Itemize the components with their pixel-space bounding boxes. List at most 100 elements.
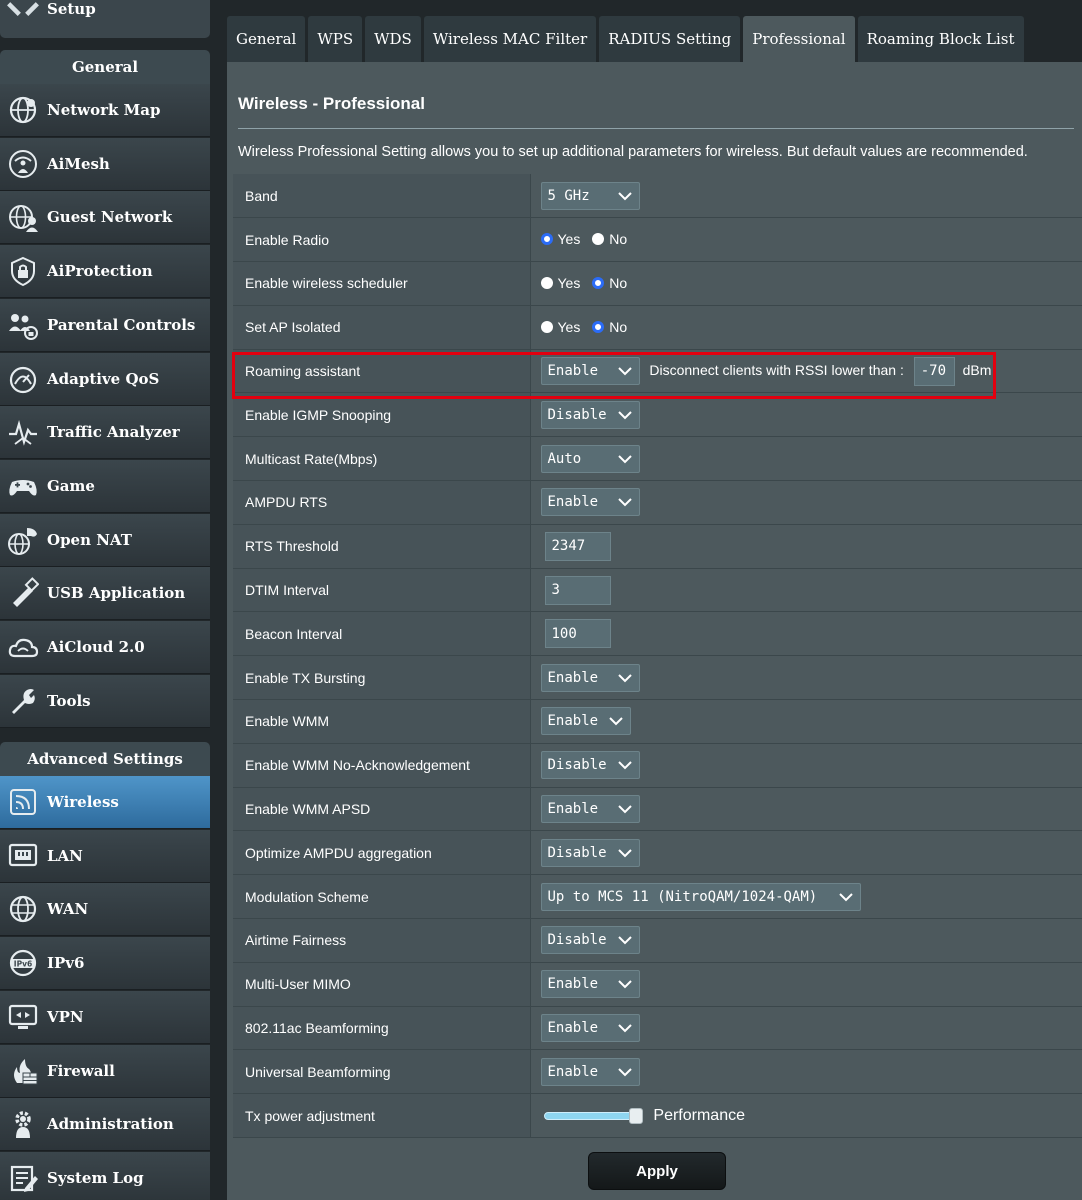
ap-isolated-yes-radio[interactable] bbox=[540, 320, 553, 333]
sidebar-item-lan[interactable]: LAN bbox=[0, 829, 210, 883]
sidebar-item-adaptive-qos[interactable]: Adaptive QoS bbox=[0, 352, 210, 406]
ampdu-aggregation-value: Disable bbox=[547, 844, 607, 861]
sidebar-header-advanced: Advanced Settings bbox=[0, 742, 210, 776]
tab-roaming-block-list[interactable]: Roaming Block List bbox=[857, 16, 1024, 62]
roaming-assistant-select[interactable]: Enable bbox=[540, 357, 640, 386]
beacon-interval-input[interactable]: 100 bbox=[544, 619, 611, 649]
chevron-down-icon bbox=[617, 673, 632, 683]
table-row: RTS Threshold 2347 bbox=[233, 524, 1082, 569]
universal-beamforming-label: Universal Beamforming bbox=[233, 1049, 530, 1095]
tab-radius-setting[interactable]: RADIUS Setting bbox=[599, 16, 741, 62]
roaming-assistant-value: Enable bbox=[547, 363, 599, 380]
sidebar-item-aicloud-2-0[interactable]: AiCloud 2.0 bbox=[0, 621, 210, 674]
sidebar-item-administration[interactable]: Administration bbox=[0, 1098, 210, 1152]
sidebar-item-system-log[interactable]: System Log bbox=[0, 1151, 210, 1200]
sidebar-item-open-nat[interactable]: Open NAT bbox=[0, 513, 210, 567]
dtim-interval-input[interactable]: 3 bbox=[544, 575, 611, 605]
roaming-assistant-label: Roaming assistant bbox=[233, 349, 530, 394]
rssi-input[interactable]: -70 bbox=[913, 356, 955, 386]
modulation-value: Up to MCS 11 (NitroQAM/1024-QAM) bbox=[547, 888, 818, 905]
tx-bursting-label: Enable TX Bursting bbox=[233, 655, 530, 701]
sidebar-item-wan[interactable]: WAN bbox=[0, 883, 210, 937]
open-nat-icon bbox=[6, 523, 40, 557]
admin-gear-icon bbox=[6, 1107, 40, 1141]
chevron-down-icon bbox=[617, 761, 632, 770]
sidebar-item-label: Game bbox=[47, 476, 95, 495]
enable-radio-no-radio[interactable] bbox=[592, 233, 605, 246]
universal-beamforming-select[interactable]: Enable bbox=[540, 1057, 640, 1086]
table-row: Enable TX Bursting Enable bbox=[233, 655, 1082, 701]
dtim-interval-label: DTIM Interval bbox=[233, 568, 530, 613]
family-icon bbox=[6, 308, 40, 342]
wireless-scheduler-no-radio[interactable] bbox=[592, 276, 605, 289]
tab-wireless-mac-filter[interactable]: Wireless MAC Filter bbox=[423, 16, 597, 62]
wan-globe-icon bbox=[6, 892, 40, 926]
ap-isolated-no-radio[interactable] bbox=[592, 320, 605, 333]
ampdu-aggregation-label: Optimize AMPDU aggregation bbox=[233, 830, 530, 876]
pulse-icon bbox=[6, 415, 40, 449]
rts-threshold-input[interactable]: 2347 bbox=[544, 531, 611, 561]
chevron-down-icon bbox=[617, 980, 632, 989]
tx-power-slider[interactable] bbox=[543, 1107, 643, 1124]
wireless-scheduler-yes-radio[interactable] bbox=[540, 276, 553, 289]
sidebar-item-firewall[interactable]: Firewall bbox=[0, 1044, 210, 1098]
sidebar-item-traffic-analyzer[interactable]: Traffic Analyzer bbox=[0, 406, 210, 460]
sidebar-item-guest-network[interactable]: Guest Network bbox=[0, 191, 210, 245]
chevron-down-icon bbox=[617, 454, 632, 464]
tab-professional[interactable]: Professional bbox=[743, 16, 855, 62]
wmm-apsd-select[interactable]: Enable bbox=[540, 795, 640, 824]
sidebar-item-ipv6[interactable]: IPv6 IPv6 bbox=[0, 937, 210, 991]
radio-label: No bbox=[609, 231, 628, 248]
wmm-select[interactable]: Enable bbox=[540, 707, 631, 736]
tab-general[interactable]: General bbox=[227, 16, 306, 62]
ampdu-rts-select[interactable]: Enable bbox=[540, 488, 640, 517]
chevron-down-icon bbox=[617, 936, 632, 945]
sidebar-item-wireless[interactable]: Wireless bbox=[0, 776, 210, 829]
sidebar-item-usb-application[interactable]: USB Application bbox=[0, 567, 210, 621]
vpn-icon bbox=[6, 1000, 40, 1034]
sidebar-item-tools[interactable]: Tools bbox=[0, 674, 210, 728]
ampdu-aggregation-select[interactable]: Disable bbox=[540, 838, 640, 867]
sidebar-item-aimesh[interactable]: AiMesh bbox=[0, 137, 210, 191]
slider-handle[interactable] bbox=[628, 1107, 643, 1124]
enable-radio-yes-radio[interactable] bbox=[540, 233, 553, 246]
tab-wds[interactable]: WDS bbox=[365, 16, 421, 62]
sidebar-item-vpn[interactable]: VPN bbox=[0, 990, 210, 1044]
airtime-fairness-value: Disable bbox=[547, 932, 607, 949]
modulation-select[interactable]: Up to MCS 11 (NitroQAM/1024-QAM) bbox=[540, 882, 861, 911]
sidebar-item-parental-controls[interactable]: Parental Controls bbox=[0, 298, 210, 352]
wmm-no-ack-select[interactable]: Disable bbox=[540, 751, 640, 780]
tab-wps[interactable]: WPS bbox=[308, 16, 363, 62]
sidebar-item-network-map[interactable]: Network Map bbox=[0, 84, 210, 137]
igmp-snooping-select[interactable]: Disable bbox=[540, 400, 640, 429]
apply-button[interactable]: Apply bbox=[588, 1152, 726, 1190]
sidebar-item-label: System Log bbox=[47, 1168, 144, 1187]
sidebar-item-label: Adaptive QoS bbox=[47, 369, 160, 388]
rts-threshold-label: RTS Threshold bbox=[233, 524, 530, 569]
sidebar-item-label: WAN bbox=[47, 900, 89, 919]
tx-bursting-value: Enable bbox=[547, 669, 599, 686]
chevron-down-icon bbox=[617, 411, 632, 420]
radio-label: No bbox=[609, 318, 628, 335]
table-row: Universal Beamforming Enable bbox=[233, 1049, 1082, 1095]
airtime-fairness-select[interactable]: Disable bbox=[540, 926, 640, 955]
sidebar-item-setup[interactable]: Setup bbox=[0, 0, 210, 38]
rssi-description: Disconnect clients with RSSI lower than … bbox=[649, 362, 904, 379]
beamforming-11ac-value: Enable bbox=[547, 1020, 599, 1037]
tx-bursting-select[interactable]: Enable bbox=[540, 663, 640, 692]
table-row: Multi-User MIMO Enable bbox=[233, 962, 1082, 1007]
sidebar-item-label: Tools bbox=[47, 691, 91, 710]
sidebar-item-aiprotection[interactable]: AiProtection bbox=[0, 245, 210, 299]
beamforming-11ac-select[interactable]: Enable bbox=[540, 1014, 640, 1043]
table-row: Enable IGMP Snooping Disable bbox=[233, 392, 1082, 438]
sidebar-item-game[interactable]: Game bbox=[0, 459, 210, 513]
table-row: Enable wireless scheduler Yes No bbox=[233, 261, 1082, 306]
sidebar-item-label: USB Application bbox=[47, 584, 186, 603]
multicast-rate-select[interactable]: Auto bbox=[540, 444, 640, 473]
title-divider bbox=[238, 128, 1074, 129]
table-row: Enable WMM APSD Enable bbox=[233, 787, 1082, 832]
band-select[interactable]: 5 GHz bbox=[540, 181, 640, 210]
beamforming-11ac-label: 802.11ac Beamforming bbox=[233, 1006, 530, 1051]
mu-mimo-select[interactable]: Enable bbox=[540, 970, 640, 999]
mu-mimo-label: Multi-User MIMO bbox=[233, 962, 530, 1007]
